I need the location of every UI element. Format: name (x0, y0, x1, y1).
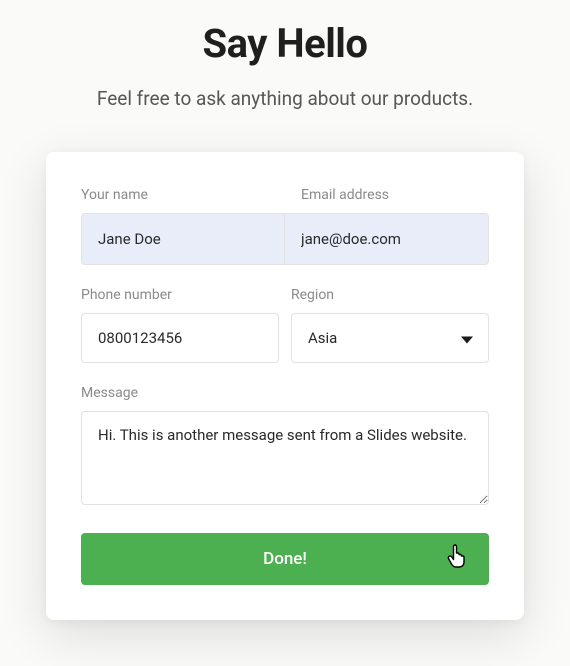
region-label: Region (291, 287, 489, 303)
name-label: Your name (81, 187, 285, 203)
name-input[interactable] (82, 214, 285, 264)
phone-input[interactable] (81, 313, 279, 363)
contact-form-card: Your name Email address Phone number Reg… (46, 152, 524, 620)
submit-button[interactable]: Done! (81, 533, 489, 585)
email-label: Email address (285, 187, 489, 203)
page-title: Say Hello (0, 20, 570, 67)
phone-label: Phone number (81, 287, 279, 303)
email-input[interactable] (285, 214, 488, 264)
region-select[interactable]: Asia (291, 313, 489, 363)
message-label: Message (81, 385, 489, 401)
message-textarea[interactable]: Hi. This is another message sent from a … (81, 411, 489, 505)
page-subtitle: Feel free to ask anything about our prod… (0, 87, 570, 110)
